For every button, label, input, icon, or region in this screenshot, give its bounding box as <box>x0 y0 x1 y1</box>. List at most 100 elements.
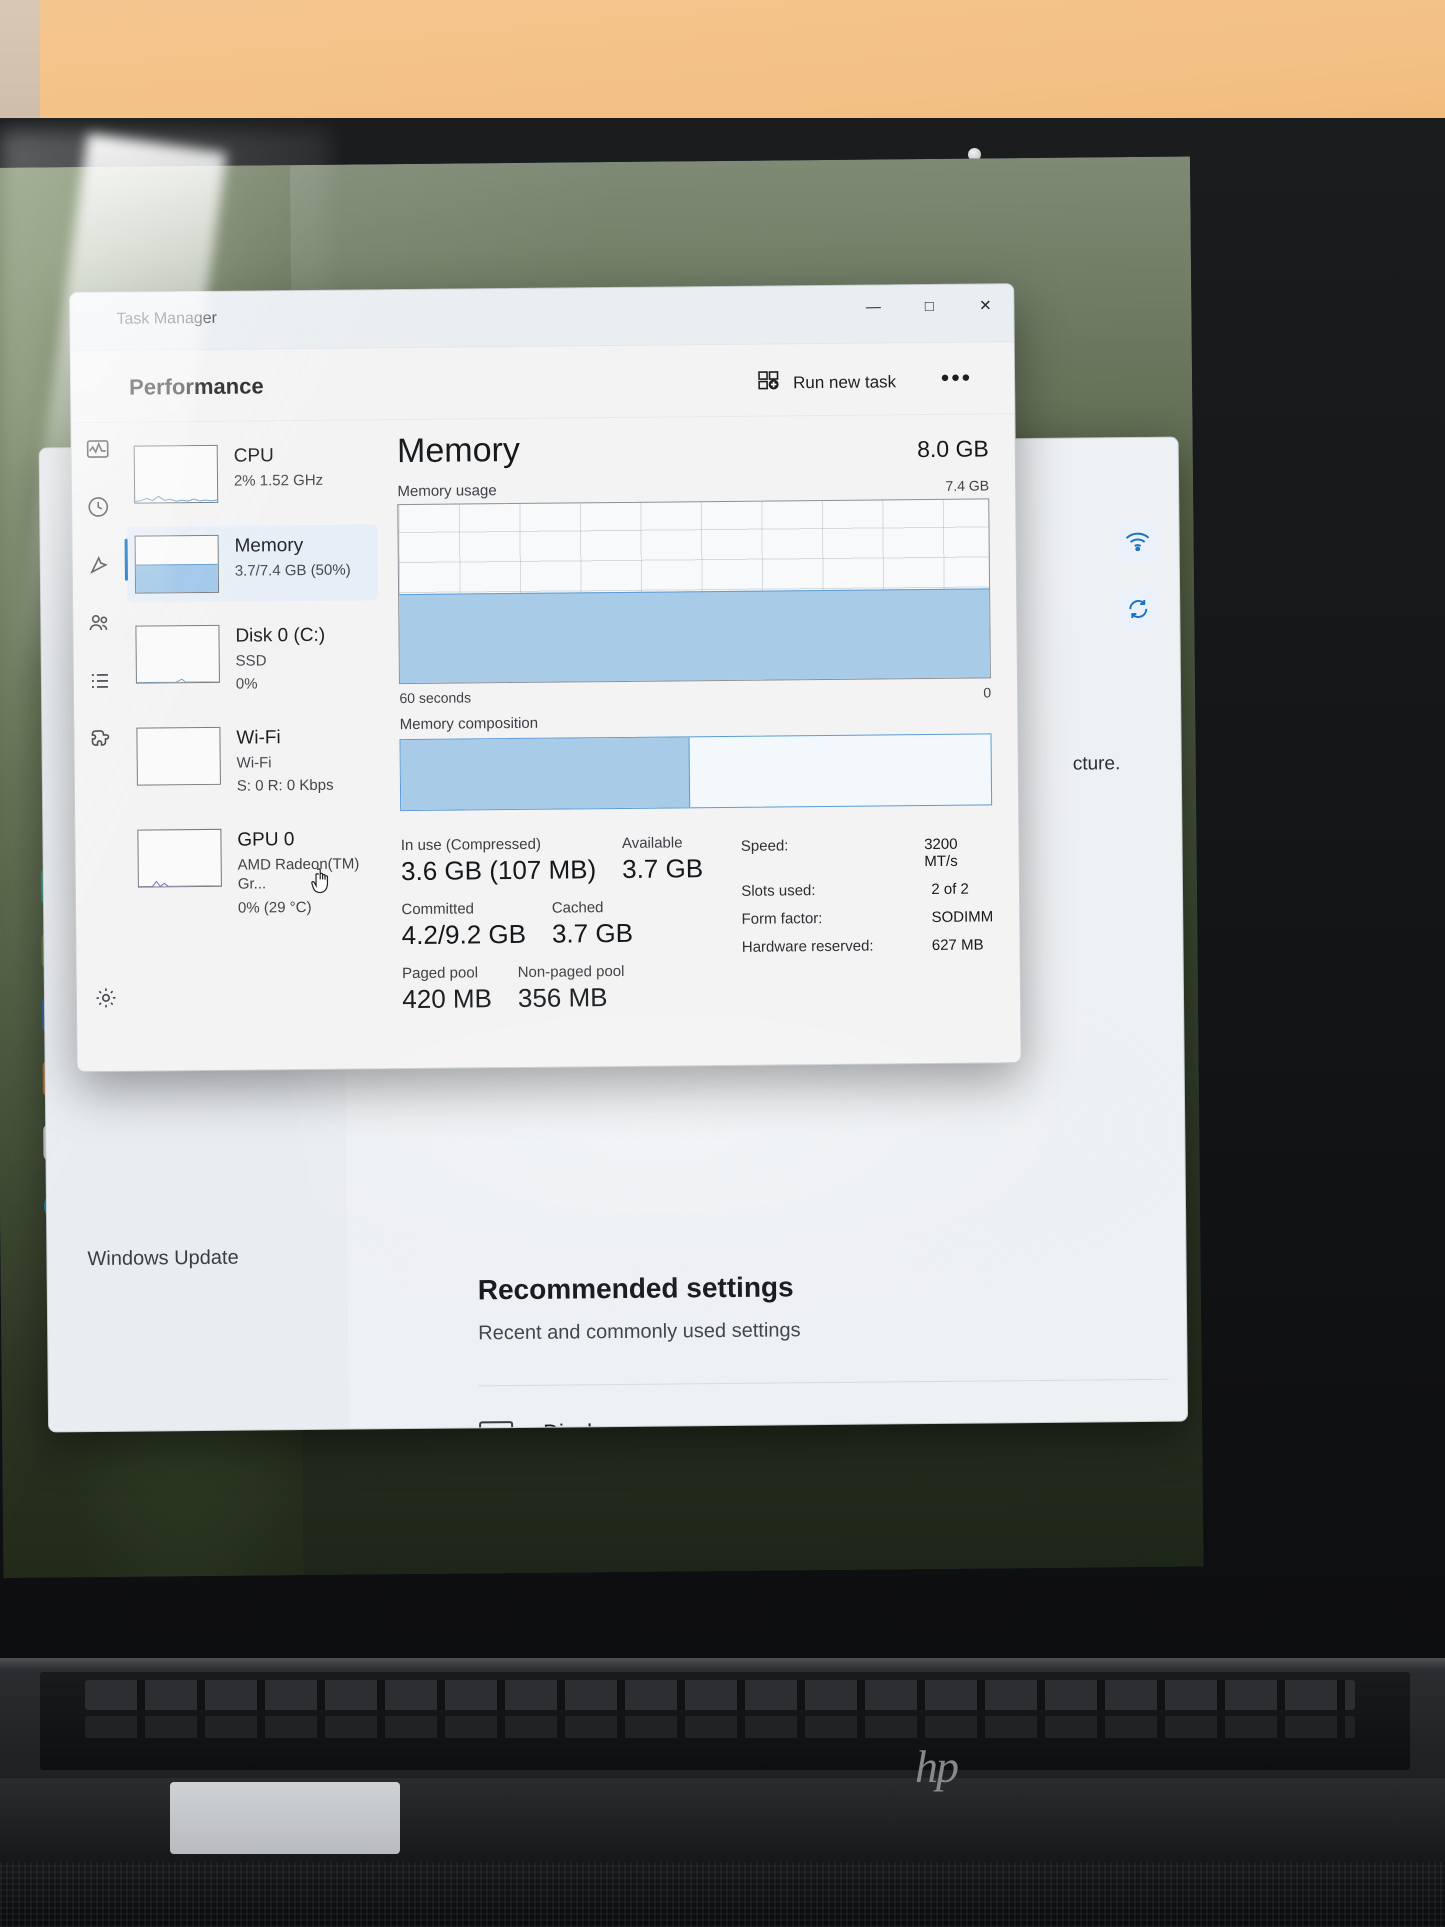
memory-composition-bar[interactable] <box>399 733 993 812</box>
wifi-mini-graph <box>136 726 221 786</box>
app-history-icon[interactable] <box>86 495 110 519</box>
laptop-screen: Home Windows Update cture. <box>0 156 1204 1578</box>
toolbar: Performance Run new task ••• <box>70 342 1015 424</box>
stat-in-use-caption: In use (Compressed) <box>400 835 541 855</box>
info-form-factor: Form factor: SODIMM <box>741 908 993 927</box>
memory-usage-header: Memory usage 7.4 GB <box>397 477 989 500</box>
stats-row-3: Paged pool 420 MB Non-paged pool 356 MB <box>402 962 742 1015</box>
perf-item-memory-name: Memory <box>234 535 304 557</box>
stat-committed-value: 4.2/9.2 GB <box>401 918 527 951</box>
perf-item-gpu0-sub2: 0% (29 °C) <box>237 898 312 917</box>
stat-available-caption: Available <box>621 834 683 852</box>
stat-available-value: 3.7 GB <box>622 853 704 884</box>
settings-icon[interactable] <box>94 986 118 1010</box>
memory-usage-label: Memory usage <box>397 482 497 501</box>
perf-item-cpu[interactable]: CPU 2% 1.52 GHz <box>125 434 377 512</box>
perf-item-wifi-name: Wi-Fi <box>236 727 281 749</box>
memory-mini-graph <box>134 534 219 594</box>
perf-item-cpu-name: CPU <box>233 445 274 467</box>
minimize-button[interactable]: — <box>845 285 901 328</box>
gpu-mini-graph <box>137 828 222 888</box>
page-title: Performance <box>128 373 264 400</box>
stat-paged-pool-caption: Paged pool <box>401 964 479 983</box>
stat-non-paged-pool-caption: Non-paged pool <box>517 962 625 981</box>
perf-item-memory-sub: 3.7/7.4 GB (50%) <box>234 561 351 580</box>
memory-hardware-info: Speed: 3200 MT/s Slots used: 2 of 2 Form… <box>741 831 994 1011</box>
axis-label-left: 60 seconds <box>399 689 472 707</box>
perf-item-disk0[interactable]: Disk 0 (C:) SSD 0% <box>127 614 379 704</box>
axis-label-right: 0 <box>983 684 992 701</box>
run-new-task-button[interactable]: Run new task <box>748 363 906 402</box>
performance-item-list: CPU 2% 1.52 GHz Memory 3.7/7.4 GB (50%) <box>123 420 389 1072</box>
memory-usage-max: 7.4 GB <box>945 477 990 494</box>
settings-divider <box>478 1378 1169 1387</box>
users-icon[interactable] <box>87 611 111 635</box>
perf-item-wifi[interactable]: Wi-Fi Wi-Fi S: 0 R: 0 Kbps <box>128 716 380 806</box>
perf-item-disk0-sub2: 0% <box>235 675 258 694</box>
details-icon[interactable] <box>88 669 112 693</box>
info-slots-used-value: 2 of 2 <box>931 880 969 898</box>
memory-total: 8.0 GB <box>917 435 989 463</box>
memory-stats-left: In use (Compressed) 3.6 GB (107 MB) Avai… <box>401 834 743 1015</box>
stat-cached-caption: Cached <box>551 899 604 917</box>
stat-in-use: In use (Compressed) 3.6 GB (107 MB) <box>401 835 597 887</box>
stat-paged-pool: Paged pool 420 MB <box>402 964 492 1015</box>
laptop-keyboard <box>40 1672 1410 1770</box>
more-options-button[interactable]: ••• <box>941 365 972 392</box>
recommended-settings-subtitle: Recent and commonly used settings <box>478 1319 801 1345</box>
title-bar: Task Manager — □ ✕ <box>70 284 1014 352</box>
perf-item-gpu0-sub: AMD Radeon(TM) Gr... <box>237 855 360 893</box>
memory-detail-panel: Memory 8.0 GB Memory usage 7.4 GB 60 sec… <box>383 414 1021 1069</box>
perf-item-wifi-sub: Wi-Fi <box>236 754 272 772</box>
perf-item-disk0-name: Disk 0 (C:) <box>235 624 326 647</box>
info-hardware-reserved-value: 627 MB <box>931 936 984 954</box>
hp-logo: hp <box>915 1741 959 1792</box>
memory-stats: In use (Compressed) 3.6 GB (107 MB) Avai… <box>401 831 994 1015</box>
laptop-trackpad <box>170 1782 400 1854</box>
memory-header: Memory 8.0 GB <box>397 426 989 471</box>
stat-non-paged-pool: Non-paged pool 356 MB <box>518 963 625 1014</box>
memory-usage-area <box>399 588 990 684</box>
info-slots-used: Slots used: 2 of 2 <box>741 880 993 900</box>
close-button[interactable]: ✕ <box>957 284 1013 327</box>
info-hardware-reserved-key: Hardware reserved: <box>741 937 874 956</box>
info-hardware-reserved: Hardware reserved: 627 MB <box>742 936 994 955</box>
stat-cached-value: 3.7 GB <box>551 917 634 949</box>
disk-mini-graph <box>135 624 220 684</box>
settings-sidebar-item-windows-update[interactable]: Windows Update <box>87 1247 238 1271</box>
main-area: CPU 2% 1.52 GHz Memory 3.7/7.4 GB (50%) <box>71 414 1021 1073</box>
stat-cached: Cached 3.7 GB <box>552 899 633 950</box>
info-speed: Speed: 3200 MT/s <box>741 835 993 871</box>
laptop-photo: hp Home Windows Update cture. <box>0 0 1445 1927</box>
perf-item-wifi-sub2: S: 0 R: 0 Kbps <box>236 776 334 795</box>
startup-apps-icon[interactable] <box>87 553 111 577</box>
task-manager-window[interactable]: Task Manager — □ ✕ Performance Run new t… <box>69 283 1022 1073</box>
memory-usage-axis: 60 seconds 0 <box>399 684 991 706</box>
performance-icon[interactable] <box>86 437 110 461</box>
window-title: Task Manager <box>116 309 218 328</box>
perf-item-memory[interactable]: Memory 3.7/7.4 GB (50%) <box>126 524 379 603</box>
info-form-factor-value: SODIMM <box>931 908 994 926</box>
stat-non-paged-pool-value: 356 MB <box>517 982 608 1013</box>
memory-composition-label: Memory composition <box>399 714 539 734</box>
stat-committed-caption: Committed <box>401 900 475 919</box>
perf-item-gpu0[interactable]: GPU 0 AMD Radeon(TM) Gr... 0% (29 °C) <box>129 818 381 928</box>
navigation-rail <box>71 422 130 1073</box>
laptop-speaker-grille <box>0 1862 1445 1927</box>
recommended-settings-title: Recommended settings <box>477 1271 794 1306</box>
memory-usage-graph <box>397 498 991 685</box>
maximize-button[interactable]: □ <box>901 285 957 328</box>
stat-available: Available 3.7 GB <box>622 834 703 885</box>
perf-item-gpu0-name: GPU 0 <box>237 828 295 851</box>
info-speed-value: 3200 MT/s <box>924 835 958 871</box>
perf-item-disk0-sub: SSD <box>235 652 267 670</box>
stats-row-1: In use (Compressed) 3.6 GB (107 MB) Avai… <box>401 834 741 887</box>
info-speed-key: Speed: <box>740 837 789 855</box>
services-icon[interactable] <box>88 727 112 751</box>
stat-committed: Committed 4.2/9.2 GB <box>401 900 526 951</box>
memory-title: Memory <box>396 430 521 471</box>
stats-row-2: Committed 4.2/9.2 GB Cached 3.7 GB <box>401 898 741 951</box>
stat-paged-pool-value: 420 MB <box>402 983 493 1015</box>
stat-in-use-value: 3.6 GB (107 MB) <box>400 854 597 887</box>
add-task-icon <box>758 370 780 395</box>
